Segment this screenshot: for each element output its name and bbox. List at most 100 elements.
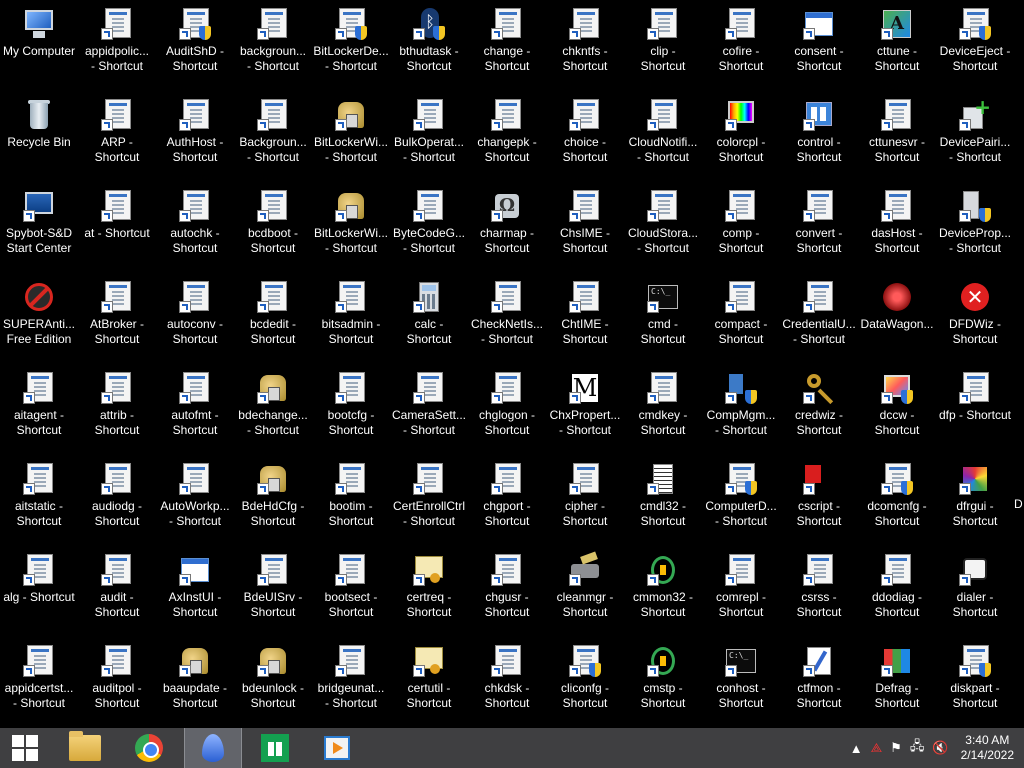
taskbar-media-player[interactable] (308, 728, 366, 768)
desktop-icon[interactable]: CloudNotifi... - Shortcut (625, 93, 701, 181)
desktop-icon[interactable]: ctfmon - Shortcut (781, 639, 857, 727)
desktop-icon[interactable]: BulkOperat... - Shortcut (391, 93, 467, 181)
volume-muted-icon[interactable]: 🔇 (928, 740, 952, 756)
taskbar-flame-app[interactable] (184, 728, 242, 768)
desktop-icon[interactable]: auditpol - Shortcut (79, 639, 155, 727)
desktop-icon[interactable]: cmdl32 - Shortcut (625, 457, 701, 545)
desktop-icon[interactable]: attrib - Shortcut (79, 366, 155, 454)
desktop-icon[interactable]: Acttune - Shortcut (859, 2, 935, 90)
desktop-icon[interactable]: audit - Shortcut (79, 548, 155, 636)
desktop-icon[interactable]: CredentialU... - Shortcut (781, 275, 857, 363)
desktop-icon[interactable]: aitstatic - Shortcut (1, 457, 77, 545)
desktop-icon[interactable]: AuditShD - Shortcut (157, 2, 233, 90)
clock[interactable]: 3:40 AM 2/14/2022 (953, 733, 1024, 763)
network-icon[interactable]: 🖧 (906, 737, 929, 759)
desktop-icon[interactable]: bcdboot - Shortcut (235, 184, 311, 272)
desktop-icon[interactable]: dfp - Shortcut (937, 366, 1013, 454)
desktop-icon[interactable]: convert - Shortcut (781, 184, 857, 272)
desktop-icon[interactable]: AtBroker - Shortcut (79, 275, 155, 363)
desktop-icon[interactable]: certreq - Shortcut (391, 548, 467, 636)
desktop-icon[interactable]: cmmon32 - Shortcut (625, 548, 701, 636)
desktop-icon[interactable]: compact - Shortcut (703, 275, 779, 363)
desktop-icon[interactable]: bcdedit - Shortcut (235, 275, 311, 363)
desktop-icon[interactable]: cmdkey - Shortcut (625, 366, 701, 454)
desktop-icon[interactable]: CheckNetIs... - Shortcut (469, 275, 545, 363)
desktop-icon[interactable]: ChsIME - Shortcut (547, 184, 623, 272)
desktop-icon[interactable]: comp - Shortcut (703, 184, 779, 272)
taskbar-file-explorer[interactable] (56, 728, 114, 768)
desktop-icon[interactable]: autofmt - Shortcut (157, 366, 233, 454)
desktop-icon[interactable]: DataWagon... (859, 275, 935, 363)
desktop-icon[interactable]: dialer - Shortcut (937, 548, 1013, 636)
desktop-icon[interactable]: chglogon - Shortcut (469, 366, 545, 454)
desktop-icon[interactable]: cttunesvr - Shortcut (859, 93, 935, 181)
desktop-icon[interactable]: choice - Shortcut (547, 93, 623, 181)
desktop-icon[interactable]: bdechange... - Shortcut (235, 366, 311, 454)
desktop-icon[interactable]: bitsadmin - Shortcut (313, 275, 389, 363)
desktop-icon[interactable]: BitLockerWi... - Shortcut (313, 93, 389, 181)
desktop-icon[interactable]: dccw - Shortcut (859, 366, 935, 454)
desktop-icon[interactable]: cmstp - Shortcut (625, 639, 701, 727)
desktop-icon[interactable]: + DevicePairi... - Shortcut (937, 93, 1013, 181)
desktop-icon[interactable]: ARP - Shortcut (79, 93, 155, 181)
desktop-icon[interactable]: SUPERAnti... Free Edition (1, 275, 77, 363)
desktop-icon[interactable]: cleanmgr - Shortcut (547, 548, 623, 636)
desktop-icon[interactable]: bootsect - Shortcut (313, 548, 389, 636)
desktop-icon[interactable]: ComputerD... - Shortcut (703, 457, 779, 545)
action-center-flag-icon[interactable]: ⚑ (886, 740, 906, 756)
desktop-icon[interactable]: cipher - Shortcut (547, 457, 623, 545)
desktop-icon[interactable]: calc - Shortcut (391, 275, 467, 363)
desktop-icon[interactable]: colorcpl - Shortcut (703, 93, 779, 181)
desktop-icon[interactable]: Spybot-S&D Start Center (1, 184, 77, 272)
taskbar-chrome[interactable] (120, 728, 178, 768)
desktop-icon[interactable]: cofire - Shortcut (703, 2, 779, 90)
desktop-icon[interactable]: ✕ DFDWiz - Shortcut (937, 275, 1013, 363)
desktop-icon[interactable]: cliconfg - Shortcut (547, 639, 623, 727)
desktop-icon[interactable]: C:\_ conhost - Shortcut (703, 639, 779, 727)
desktop-icon[interactable]: ChtIME - Shortcut (547, 275, 623, 363)
desktop-icon[interactable]: dfrgui - Shortcut (937, 457, 1013, 545)
desktop-icon[interactable]: appidcertst... - Shortcut (1, 639, 77, 727)
desktop-icon[interactable]: Ωcharmap - Shortcut (469, 184, 545, 272)
desktop-icon[interactable]: audiodg - Shortcut (79, 457, 155, 545)
desktop-icon[interactable]: credwiz - Shortcut (781, 366, 857, 454)
acrobat-tray-icon[interactable]: ⟁ (867, 740, 887, 756)
desktop-icon[interactable]: Backgroun... - Shortcut (235, 93, 311, 181)
desktop-icon[interactable]: Recycle Bin (1, 93, 77, 181)
desktop-icon[interactable]: CertEnrollCtrl - Shortcut (391, 457, 467, 545)
taskbar-store[interactable] (246, 728, 304, 768)
desktop-icon[interactable]: ByteCodeG... - Shortcut (391, 184, 467, 272)
desktop-icon[interactable]: chkntfs - Shortcut (547, 2, 623, 90)
desktop-icon[interactable]: AutoWorkp... - Shortcut (157, 457, 233, 545)
desktop-icon[interactable]: control - Shortcut (781, 93, 857, 181)
desktop-icon[interactable]: bridgeunat... - Shortcut (313, 639, 389, 727)
desktop-icon[interactable]: change - Shortcut (469, 2, 545, 90)
desktop-icon[interactable]: csrss - Shortcut (781, 548, 857, 636)
desktop-icon[interactable]: comrepl - Shortcut (703, 548, 779, 636)
desktop-icon[interactable]: backgroun... - Shortcut (235, 2, 311, 90)
desktop-icon[interactable]: DeviceEject - Shortcut (937, 2, 1013, 90)
desktop-icon[interactable]: BdeHdCfg - Shortcut (235, 457, 311, 545)
desktop-icon[interactable]: DeviceProp... - Shortcut (937, 184, 1013, 272)
desktop-icon[interactable]: bdeunlock - Shortcut (235, 639, 311, 727)
desktop-icon[interactable]: ᛒ bthudtask - Shortcut (391, 2, 467, 90)
desktop-icon[interactable]: CameraSett... - Shortcut (391, 366, 467, 454)
desktop-icon[interactable]: clip - Shortcut (625, 2, 701, 90)
desktop-icon[interactable]: dcomcnfg - Shortcut (859, 457, 935, 545)
desktop-icon[interactable]: appidpolic... - Shortcut (79, 2, 155, 90)
desktop-icon[interactable]: AxInstUI - Shortcut (157, 548, 233, 636)
desktop-icon[interactable]: alg - Shortcut (1, 548, 77, 636)
desktop-icon[interactable]: diskpart - Shortcut (937, 639, 1013, 727)
desktop-icon[interactable]: consent - Shortcut (781, 2, 857, 90)
desktop-icon[interactable]: BitLockerDe... - Shortcut (313, 2, 389, 90)
desktop-icon[interactable]: chgusr - Shortcut (469, 548, 545, 636)
desktop-icon[interactable]: C:\_ cmd - Shortcut (625, 275, 701, 363)
desktop-icon[interactable]: AuthHost - Shortcut (157, 93, 233, 181)
desktop-icon[interactable]: dasHost - Shortcut (859, 184, 935, 272)
desktop-icon[interactable]: ddodiag - Shortcut (859, 548, 935, 636)
desktop-icon[interactable]: My Computer (1, 2, 77, 90)
desktop-icon[interactable]: cscript - Shortcut (781, 457, 857, 545)
desktop-icon[interactable]: CompMgm... - Shortcut (703, 366, 779, 454)
desktop-icon[interactable]: Defrag - Shortcut (859, 639, 935, 727)
desktop-icon[interactable]: baaupdate - Shortcut (157, 639, 233, 727)
